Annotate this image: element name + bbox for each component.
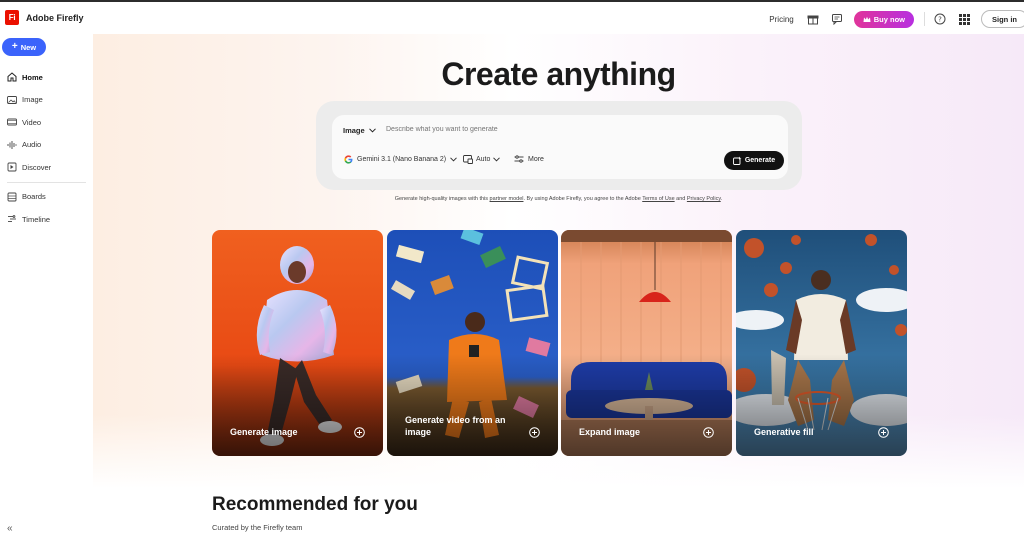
disclaimer-text: . By using Adobe Firefly, you agree to t… bbox=[523, 196, 643, 202]
new-button[interactable]: + New bbox=[2, 38, 46, 56]
apps-grid-icon[interactable] bbox=[957, 12, 971, 26]
partner-model-link[interactable]: partner model bbox=[490, 196, 524, 202]
sidebar-item-timeline[interactable]: Timeline bbox=[0, 208, 93, 231]
pricing-link[interactable]: Pricing bbox=[769, 15, 793, 24]
card-shade bbox=[736, 354, 907, 456]
google-g-icon bbox=[344, 155, 353, 164]
boards-icon bbox=[7, 192, 17, 202]
aspect-ratio-icon bbox=[463, 155, 473, 164]
home-icon bbox=[7, 72, 17, 82]
buy-now-label: Buy now bbox=[873, 14, 905, 24]
sidebar-item-video[interactable]: Video bbox=[0, 111, 93, 134]
card-label: Generate image bbox=[230, 427, 298, 437]
card-shade bbox=[561, 354, 732, 456]
top-bar: Fi Adobe Firefly Pricing Buy now ? Sign … bbox=[0, 0, 1024, 34]
timeline-icon bbox=[8, 215, 16, 223]
privacy-policy-link[interactable]: Privacy Policy bbox=[687, 196, 721, 202]
card-label: Generative fill bbox=[754, 427, 814, 437]
generation-type-label: Image bbox=[343, 126, 365, 135]
generation-type-dropdown[interactable]: Image bbox=[343, 126, 376, 135]
disclaimer: Generate high-quality images with this p… bbox=[93, 196, 1024, 202]
generate-button[interactable]: Generate bbox=[724, 151, 784, 170]
prompt-input[interactable] bbox=[386, 126, 706, 133]
brand-name: Adobe Firefly bbox=[26, 12, 84, 23]
sidebar-item-audio[interactable]: Audio bbox=[0, 134, 93, 157]
firefly-logo: Fi bbox=[5, 10, 19, 25]
page-title: Create anything bbox=[441, 56, 676, 92]
add-circle-icon[interactable] bbox=[703, 427, 714, 438]
more-settings-button[interactable]: More bbox=[514, 155, 544, 163]
card-label: Expand image bbox=[579, 427, 641, 437]
sidebar-item-label: Timeline bbox=[22, 214, 51, 224]
add-circle-icon[interactable] bbox=[354, 427, 365, 438]
prompt-box bbox=[332, 115, 788, 179]
disclaimer-text: and bbox=[674, 196, 687, 202]
header-actions: Pricing Buy now ? Sign in bbox=[769, 9, 1024, 29]
chevron-down-icon bbox=[493, 157, 501, 162]
header-divider bbox=[924, 12, 925, 26]
sidebar-item-label: Video bbox=[22, 117, 42, 127]
card-generate-video[interactable]: Generate video from an image bbox=[387, 230, 558, 456]
model-selector[interactable]: Gemini 3.1 (Nano Banana 2) bbox=[344, 155, 457, 164]
sidebar: + New Home Image Video Audio Discover Bo… bbox=[0, 34, 93, 538]
video-icon bbox=[7, 118, 17, 126]
svg-text:?: ? bbox=[938, 16, 942, 24]
sliders-icon bbox=[514, 155, 524, 163]
card-label: Generate video from an image bbox=[405, 415, 506, 437]
card-generate-image[interactable]: Generate image bbox=[212, 230, 383, 456]
chevron-down-icon bbox=[450, 157, 457, 162]
audio-icon bbox=[7, 140, 17, 149]
card-shade bbox=[212, 354, 383, 456]
card-shade bbox=[387, 354, 558, 456]
crown-icon bbox=[863, 16, 871, 22]
add-circle-icon[interactable] bbox=[878, 427, 889, 438]
sidebar-item-discover[interactable]: Discover bbox=[0, 156, 93, 179]
sidebar-item-label: Audio bbox=[22, 140, 42, 150]
brand[interactable]: Fi Adobe Firefly bbox=[5, 10, 84, 25]
aspect-ratio-selector[interactable]: Auto bbox=[463, 155, 501, 164]
aspect-ratio-label: Auto bbox=[476, 156, 491, 163]
more-label: More bbox=[528, 155, 544, 163]
disclaimer-text: Generate high-quality images with this bbox=[394, 196, 490, 202]
sidebar-item-label: Home bbox=[22, 72, 43, 82]
sidebar-item-label: Image bbox=[22, 95, 43, 105]
generate-icon bbox=[732, 156, 742, 165]
help-icon[interactable]: ? bbox=[933, 12, 947, 26]
buy-now-button[interactable]: Buy now bbox=[853, 10, 914, 28]
model-label: Gemini 3.1 (Nano Banana 2) bbox=[357, 156, 447, 163]
sidebar-nav: Home Image Video Audio Discover Boards T… bbox=[0, 66, 93, 231]
gift-icon[interactable] bbox=[806, 12, 820, 26]
sidebar-item-label: Discover bbox=[22, 162, 52, 172]
chevron-down-icon bbox=[368, 128, 376, 133]
new-button-label: New bbox=[20, 42, 37, 52]
sidebar-divider bbox=[7, 181, 86, 183]
sidebar-item-image[interactable]: Image bbox=[0, 89, 93, 112]
sidebar-item-label: Boards bbox=[22, 192, 46, 202]
collapse-sidebar-icon[interactable]: « bbox=[7, 523, 13, 534]
discover-icon bbox=[7, 162, 17, 172]
terms-of-use-link[interactable]: Terms of Use bbox=[642, 196, 674, 202]
sign-in-button[interactable]: Sign in bbox=[981, 10, 1024, 28]
recommended-subtitle: Curated by the Firefly team bbox=[212, 523, 303, 532]
add-circle-icon[interactable] bbox=[529, 427, 540, 438]
image-icon bbox=[7, 95, 17, 104]
recommended-title: Recommended for you bbox=[212, 494, 418, 515]
disclaimer-text: . bbox=[720, 196, 723, 202]
sidebar-item-boards[interactable]: Boards bbox=[0, 186, 93, 209]
card-generative-fill[interactable]: Generative fill bbox=[736, 230, 907, 456]
card-expand-image[interactable]: Expand image bbox=[561, 230, 732, 456]
main-content: Create anything Image Gemini 3.1 (Nano B… bbox=[93, 34, 1024, 538]
sidebar-item-home[interactable]: Home bbox=[0, 66, 93, 89]
generate-label: Generate bbox=[744, 157, 776, 164]
plus-icon: + bbox=[11, 41, 18, 52]
chat-icon[interactable] bbox=[830, 12, 844, 26]
